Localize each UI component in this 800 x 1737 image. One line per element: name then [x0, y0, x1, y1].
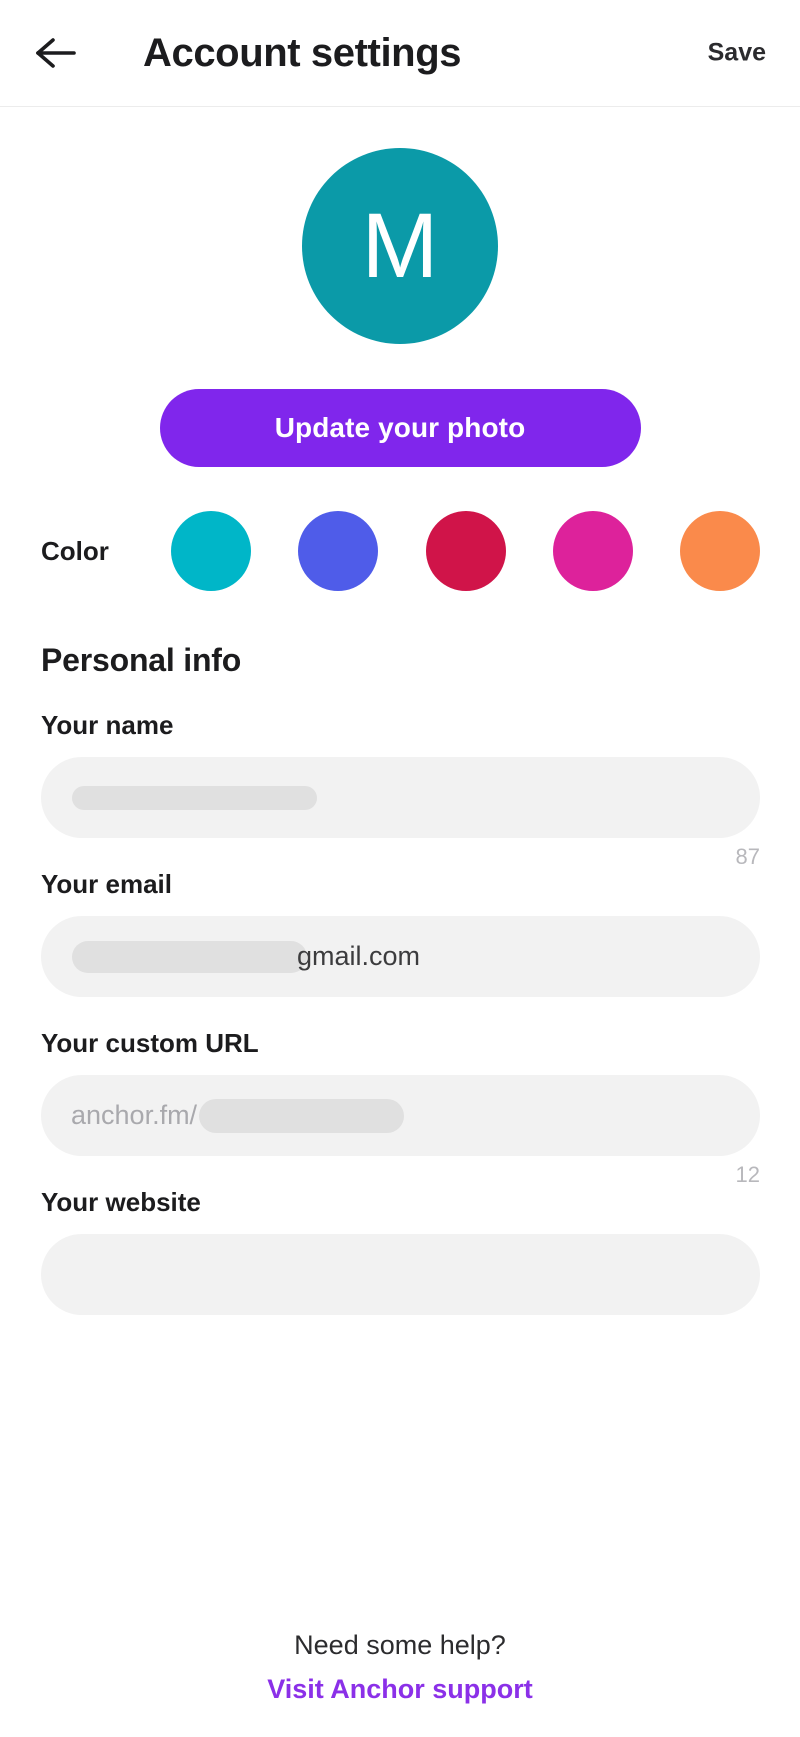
color-swatch-crimson[interactable] [425, 511, 506, 591]
your-website-input[interactable] [41, 1234, 760, 1315]
field-your-custom-url: Your custom URL anchor.fm/ 12 [0, 1028, 800, 1187]
help-text: Need some help? [294, 1630, 506, 1660]
page-title: Account settings [143, 31, 462, 75]
field-label-your-name: Your name [41, 710, 174, 740]
color-picker-row: Color [0, 511, 800, 591]
char-counter-your-name: 87 [735, 844, 760, 869]
support-link[interactable]: Visit Anchor support [267, 1674, 533, 1705]
personal-info-heading: Personal info [41, 642, 242, 678]
account-settings-screen: Account settings Save M Update your phot… [0, 0, 800, 1737]
field-label-your-website: Your website [41, 1187, 201, 1217]
color-swatch-blue[interactable] [298, 511, 379, 591]
field-your-website: Your website [0, 1187, 800, 1315]
save-button[interactable]: Save [708, 39, 766, 68]
avatar-container: M [0, 148, 800, 344]
your-custom-url-input[interactable]: anchor.fm/ [41, 1075, 760, 1156]
avatar-initial: M [361, 195, 439, 297]
field-your-name: Your name 87 [0, 710, 800, 869]
update-photo-button[interactable]: Update your photo [159, 389, 641, 467]
app-header: Account settings Save [0, 0, 800, 107]
your-name-input[interactable] [41, 757, 760, 838]
your-custom-url-prefix: anchor.fm/ [71, 1100, 198, 1130]
redaction-blob [199, 1098, 405, 1133]
color-swatch-cyan[interactable] [171, 511, 251, 591]
color-swatch-orange[interactable] [680, 511, 760, 591]
color-swatch-magenta[interactable] [552, 511, 633, 591]
arrow-left-icon [36, 37, 76, 69]
back-button[interactable] [30, 27, 82, 79]
field-label-your-email: Your email [41, 869, 173, 899]
your-email-input[interactable]: gmail.com [41, 916, 760, 997]
char-counter-your-custom-url: 12 [735, 1162, 760, 1187]
redaction-blob [72, 940, 307, 973]
color-swatch-list [171, 511, 760, 591]
color-label: Color [41, 535, 109, 566]
update-photo-container: Update your photo [0, 389, 800, 467]
your-email-value: gmail.com [297, 941, 421, 971]
field-label-your-custom-url: Your custom URL [41, 1028, 259, 1058]
footer: Need some help? Visit Anchor support [0, 1630, 800, 1705]
redaction-blob [72, 785, 317, 810]
field-your-email: Your email gmail.com [0, 869, 800, 997]
avatar[interactable]: M [302, 148, 498, 344]
